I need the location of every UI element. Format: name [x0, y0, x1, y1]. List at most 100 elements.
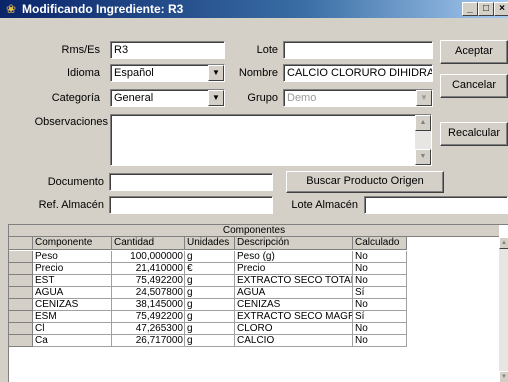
ref-almacen-label: Ref. Almacén: [38, 199, 104, 211]
cell-componente[interactable]: AGUA: [33, 287, 112, 299]
cell-calculado[interactable]: Sí: [353, 287, 407, 299]
row-selector[interactable]: [9, 311, 33, 323]
cell-calculado[interactable]: No: [353, 299, 407, 311]
chevron-down-icon[interactable]: ▼: [208, 65, 224, 81]
row-selector[interactable]: [9, 287, 33, 299]
lote-almacen-field[interactable]: [364, 196, 508, 214]
aceptar-button[interactable]: Aceptar: [440, 40, 508, 64]
rms-field[interactable]: R3: [110, 41, 225, 59]
categoria-label: Categoría: [51, 92, 100, 104]
chevron-down-icon[interactable]: ▼: [208, 90, 224, 106]
categoria-select[interactable]: General ▼: [110, 89, 225, 107]
cell-descripcion[interactable]: CALCIO: [235, 335, 353, 347]
cell-calculado[interactable]: No: [353, 335, 407, 347]
idioma-select[interactable]: Español ▼: [110, 64, 225, 82]
grid-corner: [9, 237, 33, 250]
cell-unidades[interactable]: g: [185, 275, 235, 287]
observaciones-scrollbar[interactable]: ▲ ▼: [415, 115, 431, 165]
table-row[interactable]: Peso 100,000000 g Peso (g) No: [9, 251, 407, 263]
column-header-descripcion[interactable]: Descripción: [235, 237, 353, 250]
observaciones-textarea[interactable]: ▲ ▼: [110, 114, 432, 166]
minimize-button[interactable]: _: [462, 2, 478, 16]
cell-unidades[interactable]: g: [185, 311, 235, 323]
cell-descripcion[interactable]: Precio: [235, 263, 353, 275]
cell-componente[interactable]: Ca: [33, 335, 112, 347]
scroll-up-icon[interactable]: ▲: [499, 237, 508, 249]
cell-descripcion[interactable]: AGUA: [235, 287, 353, 299]
cell-cantidad[interactable]: 38,145000: [112, 299, 185, 311]
cell-cantidad[interactable]: 21,410000: [112, 263, 185, 275]
row-selector[interactable]: [9, 263, 33, 275]
idioma-value: Español: [114, 67, 154, 79]
table-row[interactable]: Ca 26,717000 g CALCIO No: [9, 335, 407, 347]
documento-field[interactable]: [109, 173, 273, 191]
column-header-unidades[interactable]: Unidades: [185, 237, 235, 250]
cell-unidades[interactable]: g: [185, 323, 235, 335]
cell-unidades[interactable]: g: [185, 287, 235, 299]
cell-componente[interactable]: Cl: [33, 323, 112, 335]
title-bar[interactable]: ❀ Modificando Ingrediente: R3 _ □ ×: [0, 0, 508, 18]
row-selector[interactable]: [9, 335, 33, 347]
table-row[interactable]: CENIZAS 38,145000 g CENIZAS No: [9, 299, 407, 311]
close-button[interactable]: ×: [494, 2, 508, 16]
lote-almacen-label: Lote Almacén: [291, 199, 358, 211]
cell-cantidad[interactable]: 75,492200: [112, 275, 185, 287]
cell-cantidad[interactable]: 24,507800: [112, 287, 185, 299]
table-row[interactable]: AGUA 24,507800 g AGUA Sí: [9, 287, 407, 299]
cell-descripcion[interactable]: EXTRACTO SECO TOTAL: [235, 275, 353, 287]
nombre-field[interactable]: CALCIO CLORURO DIHIDRA: [283, 64, 433, 82]
maximize-button[interactable]: □: [478, 2, 494, 16]
table-row[interactable]: EST 75,492200 g EXTRACTO SECO TOTAL No: [9, 275, 407, 287]
table-row[interactable]: Cl 47,265300 g CLORO No: [9, 323, 407, 335]
cell-unidades[interactable]: g: [185, 251, 235, 263]
cell-cantidad[interactable]: 75,492200: [112, 311, 185, 323]
row-selector[interactable]: [9, 275, 33, 287]
categoria-value: General: [114, 92, 154, 104]
cell-componente[interactable]: EST: [33, 275, 112, 287]
grid-scrollbar[interactable]: ▲ ▼: [499, 237, 508, 382]
cell-calculado[interactable]: Sí: [353, 311, 407, 323]
table-row[interactable]: Precio 21,410000 € Precio No: [9, 263, 407, 275]
cell-componente[interactable]: Precio: [33, 263, 112, 275]
column-header-cantidad[interactable]: Cantidad: [112, 237, 185, 250]
cell-unidades[interactable]: g: [185, 299, 235, 311]
cell-componente[interactable]: CENIZAS: [33, 299, 112, 311]
idioma-label: Idioma: [66, 67, 100, 79]
row-selector[interactable]: [9, 251, 33, 263]
documento-label: Documento: [47, 176, 104, 188]
cell-unidades[interactable]: €: [185, 263, 235, 275]
scroll-down-icon[interactable]: ▼: [415, 149, 431, 165]
row-selector[interactable]: [9, 299, 33, 311]
scroll-down-icon[interactable]: ▼: [499, 371, 508, 382]
cell-cantidad[interactable]: 47,265300: [112, 323, 185, 335]
nombre-label: Nombre: [238, 67, 278, 79]
cell-componente[interactable]: Peso: [33, 251, 112, 263]
recalcular-button[interactable]: Recalcular: [440, 122, 508, 146]
grupo-value: Demo: [287, 92, 317, 104]
cell-calculado[interactable]: No: [353, 323, 407, 335]
cell-descripcion[interactable]: Peso (g): [235, 251, 353, 263]
cell-descripcion[interactable]: CENIZAS: [235, 299, 353, 311]
cell-calculado[interactable]: No: [353, 251, 407, 263]
cell-unidades[interactable]: g: [185, 335, 235, 347]
cell-componente[interactable]: ESM: [33, 311, 112, 323]
column-header-calculado[interactable]: Calculado: [353, 237, 407, 250]
cell-descripcion[interactable]: EXTRACTO SECO MAGRO: [235, 311, 353, 323]
scroll-up-icon[interactable]: ▲: [415, 115, 431, 131]
grupo-select: Demo ▼: [283, 89, 433, 107]
row-selector[interactable]: [9, 323, 33, 335]
lote-field[interactable]: [283, 41, 433, 59]
cell-cantidad[interactable]: 100,000000: [112, 251, 185, 263]
window-title: Modificando Ingrediente: R3: [22, 2, 184, 16]
cell-descripcion[interactable]: CLORO: [235, 323, 353, 335]
column-header-componente[interactable]: Componente: [33, 237, 112, 250]
cell-calculado[interactable]: No: [353, 275, 407, 287]
ref-almacen-field[interactable]: [109, 196, 273, 214]
cell-calculado[interactable]: No: [353, 263, 407, 275]
cell-cantidad[interactable]: 26,717000: [112, 335, 185, 347]
buscar-producto-origen-button[interactable]: Buscar Producto Origen: [286, 171, 444, 193]
app-icon: ❀: [5, 2, 17, 16]
componentes-grid[interactable]: Componentes Componente Cantidad Unidades…: [8, 224, 508, 382]
table-row[interactable]: ESM 75,492200 g EXTRACTO SECO MAGRO Sí: [9, 311, 407, 323]
cancelar-button[interactable]: Cancelar: [440, 74, 508, 98]
